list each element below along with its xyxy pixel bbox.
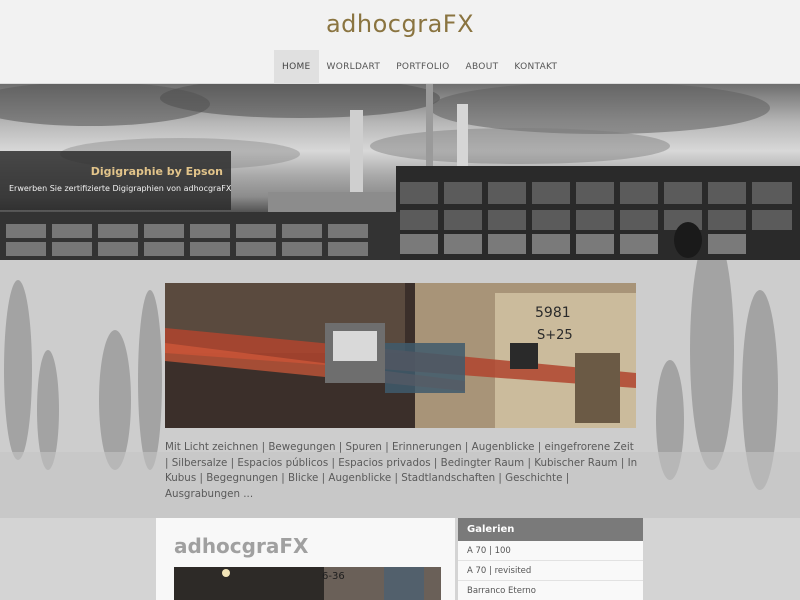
gallery-header: Galerien [458,518,643,541]
site-title[interactable]: adhocgraFX [0,10,800,38]
banner-caption[interactable]: Digigraphie by Epson Erwerben Sie zertif… [0,151,231,210]
hero-banner[interactable]: Digigraphie by Epson Erwerben Sie zertif… [0,84,800,260]
content-photo[interactable]: 6-36 [174,567,441,600]
site-header: adhocgraFX HOME WORLDART PORTFOLIO ABOUT… [0,0,800,84]
banner-caption-title[interactable]: Digigraphie by Epson [91,165,223,178]
nav-item-home[interactable]: HOME [274,50,319,84]
nav-item-about[interactable]: ABOUT [458,50,507,84]
main-nav: HOME WORLDART PORTFOLIO ABOUT KONTAKT [274,50,565,84]
content-photo-night-street: 6-36 [174,567,441,600]
content-heading[interactable]: adhocgraFX [174,534,308,558]
nav-item-kontakt[interactable]: KONTAKT [506,50,565,84]
main-content-area: adhocgraFX 6-36 Galerien A 70 | 100 A 70… [0,518,800,600]
featured-photo[interactable]: 5981 S+25 [165,283,636,428]
svg-text:S+25: S+25 [537,328,573,343]
svg-text:6-36: 6-36 [322,571,345,582]
gallery-sidebar: Galerien A 70 | 100 A 70 | revisited Bar… [458,518,643,600]
svg-text:5981: 5981 [535,305,571,321]
gallery-link[interactable]: A 70 | 100 [458,541,643,561]
nav-item-portfolio[interactable]: PORTFOLIO [388,50,457,84]
banner-caption-text: Erwerben Sie zertifizierte Digigraphien … [9,184,232,193]
intro-section: 5981 S+25 Mit Licht zeichnen | Bewegunge… [0,260,800,518]
gallery-link[interactable]: A 70 | revisited [458,561,643,581]
featured-photo-street-scene: 5981 S+25 [165,283,636,428]
content-panel: adhocgraFX 6-36 [156,518,455,600]
nav-item-worldart[interactable]: WORLDART [319,50,389,84]
intro-tag-list: Mit Licht zeichnen | Bewegungen | Spuren… [165,441,638,500]
gallery-link[interactable]: Barranco Eterno [458,581,643,600]
